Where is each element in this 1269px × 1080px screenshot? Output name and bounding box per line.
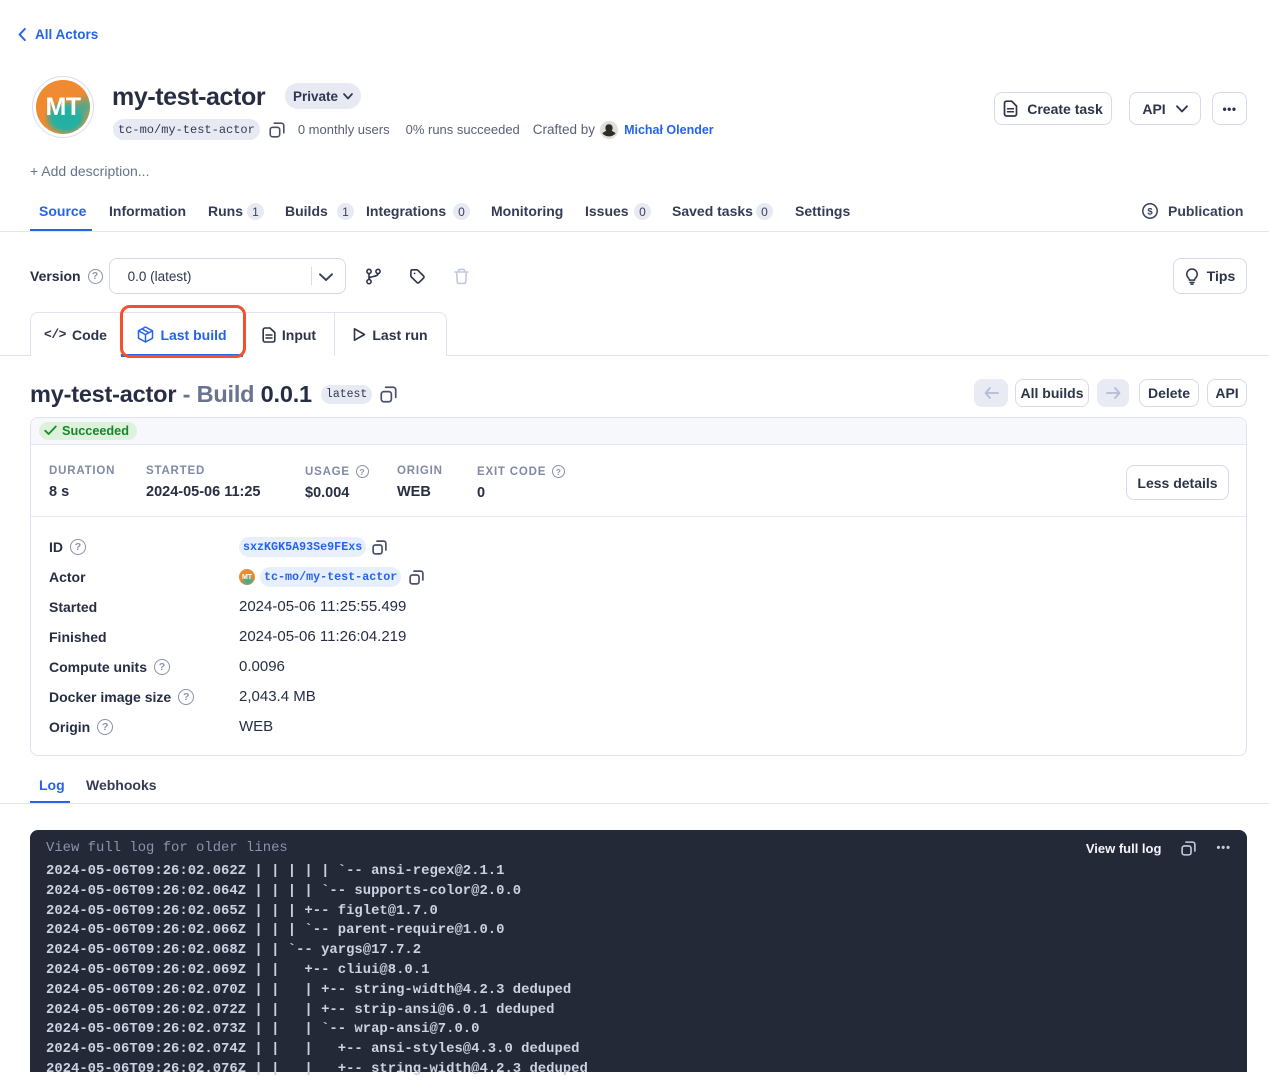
svg-text:$: $ (1147, 206, 1153, 217)
